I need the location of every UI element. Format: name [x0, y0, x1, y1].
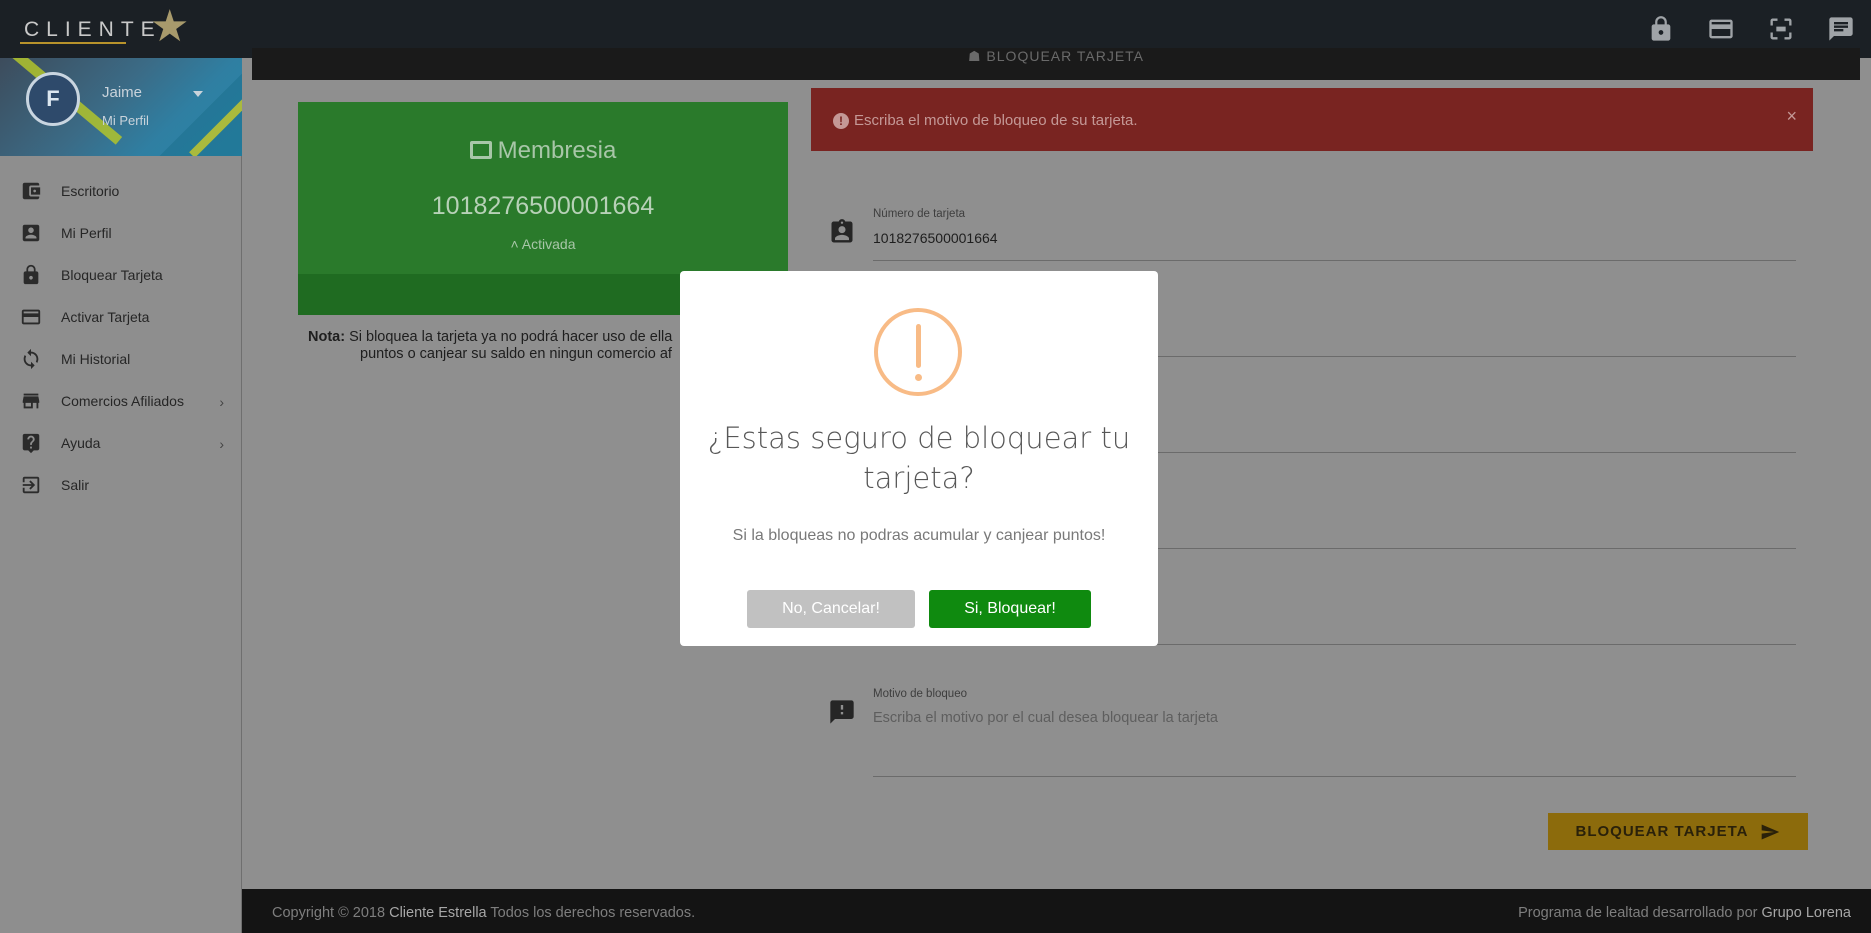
note-label: Nota: — [308, 329, 346, 345]
caret-down-icon[interactable] — [193, 91, 203, 97]
alert-circle-icon: ! — [833, 113, 849, 129]
sidebar-item-mi-perfil[interactable]: Mi Perfil — [0, 212, 242, 254]
footer-copyright: Copyright © 2018 Cliente Estrella Todos … — [272, 905, 695, 921]
copyright-prefix: Copyright © 2018 — [272, 905, 386, 921]
warning-icon-dot — [915, 374, 922, 381]
send-icon — [1762, 824, 1780, 839]
credit-card-icon — [21, 309, 41, 325]
logo-text: CLIENTE — [24, 18, 162, 41]
membership-title-text: Membresia — [497, 137, 617, 164]
dialog-actions: No, Cancelar! Si, Bloquear! — [680, 590, 1158, 628]
sidebar-item-label: Comercios Afiliados — [61, 393, 184, 409]
contact-card-icon — [828, 218, 856, 246]
sidebar-item-salir[interactable]: Salir — [0, 464, 242, 506]
profile-link[interactable]: Mi Perfil — [102, 113, 149, 128]
sidebar-item-ayuda[interactable]: Ayuda › — [0, 422, 242, 464]
sidebar-item-label: Mi Perfil — [61, 225, 112, 241]
dialog-title: ¿Estas seguro de bloquear tu tarjeta? — [707, 421, 1131, 495]
reason-label: Motivo de bloqueo — [873, 688, 967, 700]
note-text-line2: puntos o canjear su saldo en ningun come… — [360, 346, 672, 362]
footer-credits: Programa de lealtad desarrollado por Gru… — [1518, 905, 1851, 921]
reason-field: Motivo de bloqueo Escriba el motivo por … — [828, 688, 1796, 778]
sidebar-item-escritorio[interactable]: Escritorio — [0, 170, 242, 212]
sidebar-item-label: Bloquear Tarjeta — [61, 267, 163, 283]
sidebar-item-label: Salir — [61, 477, 90, 493]
avatar: F — [26, 72, 80, 126]
alert-text: Escriba el motivo de bloqueo de su tarje… — [854, 112, 1138, 129]
reason-input[interactable]: Escriba el motivo por el cual desea bloq… — [873, 710, 1218, 726]
wallet-icon — [22, 182, 41, 200]
sidebar-item-label: Activar Tarjeta — [61, 309, 150, 325]
block-card-button[interactable]: BLOQUEAR TARJETA — [1548, 813, 1808, 850]
profile-card: F Jaime Mi Perfil — [0, 58, 242, 156]
error-alert: ! Escriba el motivo de bloqueo de su tar… — [811, 88, 1813, 151]
history-icon — [23, 348, 39, 370]
field-underline — [873, 260, 1796, 261]
note-text-line1: Si bloquea la tarjeta ya no podrá hacer … — [349, 329, 673, 345]
sidebar-item-activar-tarjeta[interactable]: Activar Tarjeta — [0, 296, 242, 338]
sidebar-item-mi-historial[interactable]: Mi Historial — [0, 338, 242, 380]
dialog-text: Si la bloqueas no podras acumular y canj… — [732, 527, 1106, 544]
confirm-block-button[interactable]: Si, Bloquear! — [929, 590, 1091, 628]
confirm-dialog: ¿Estas seguro de bloquear tu tarjeta? Si… — [680, 271, 1158, 646]
brand-link[interactable]: Cliente Estrella — [389, 905, 487, 921]
block-card-button-label: BLOQUEAR TARJETA — [1575, 823, 1749, 840]
card-number-field: Número de tarjeta 1018276500001664 — [828, 208, 1796, 262]
feedback-icon — [828, 698, 856, 726]
field-underline — [873, 776, 1796, 777]
footer: Copyright © 2018 Cliente Estrella Todos … — [242, 889, 1871, 933]
logout-icon — [22, 476, 40, 494]
sidebar-item-comercios-afiliados[interactable]: Comercios Afiliados › — [0, 380, 242, 422]
membership-card-body: Membresia 1018276500001664 ˄ Activada — [298, 102, 788, 274]
copyright-suffix: Todos los derechos reservados. — [490, 905, 696, 921]
page-title: ☗ BLOQUEAR TARJETA — [967, 48, 1145, 64]
sidebar-menu: Escritorio Mi Perfil Bloquear Tarjeta Ac… — [0, 170, 242, 506]
sidebar: F Jaime Mi Perfil Escritorio Mi Perfil B… — [0, 58, 242, 933]
profile-decoration — [121, 58, 242, 156]
credits-brand-link[interactable]: Grupo Lorena — [1762, 905, 1851, 921]
card-number-input[interactable]: 1018276500001664 — [873, 230, 998, 246]
warning-icon-bar — [916, 324, 921, 368]
help-icon — [22, 433, 40, 454]
profile-name[interactable]: Jaime — [102, 84, 142, 101]
membership-status: ˄ Activada — [510, 236, 576, 252]
note: Nota: Si bloquea la tarjeta ya no podrá … — [308, 329, 728, 363]
page-header: ☗ BLOQUEAR TARJETA — [252, 48, 1860, 80]
sidebar-item-bloquear-tarjeta[interactable]: Bloquear Tarjeta — [0, 254, 242, 296]
star-icon: ★ — [150, 2, 190, 51]
credit-card-icon — [469, 141, 492, 159]
lock-icon — [23, 264, 39, 285]
sidebar-item-label: Ayuda — [61, 435, 101, 451]
logo-underline — [20, 42, 126, 44]
chevron-right-icon: › — [219, 394, 224, 410]
membership-number: 1018276500001664 — [431, 192, 655, 220]
close-icon[interactable]: × — [1786, 106, 1797, 127]
sidebar-item-label: Mi Historial — [61, 351, 131, 367]
card-number-label: Número de tarjeta — [873, 208, 966, 220]
store-icon — [22, 393, 40, 409]
membership-title: Membresia — [298, 137, 788, 165]
sidebar-item-label: Escritorio — [61, 183, 120, 199]
chevron-right-icon: › — [219, 436, 224, 452]
warning-icon — [874, 308, 962, 396]
credits-prefix: Programa de lealtad desarrollado por — [1518, 905, 1758, 921]
user-card-icon — [22, 224, 40, 242]
cancel-button[interactable]: No, Cancelar! — [747, 590, 915, 628]
